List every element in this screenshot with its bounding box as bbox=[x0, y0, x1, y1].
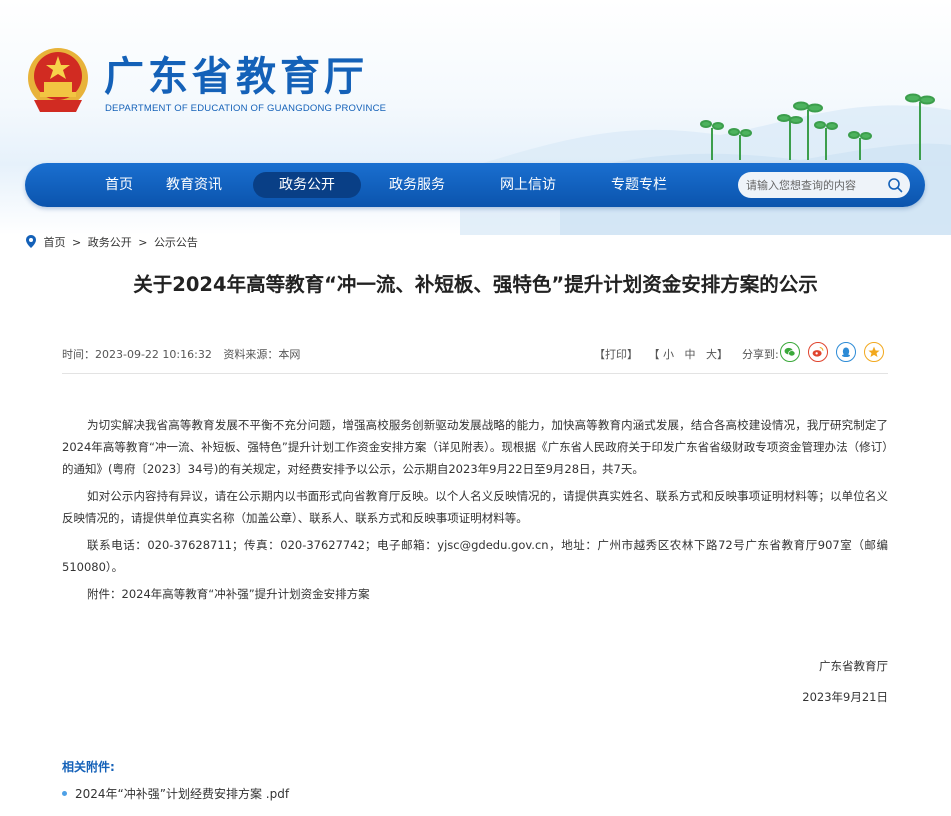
attachment-filename[interactable]: 2024年“冲补强”计划经费安排方案 .pdf bbox=[75, 787, 289, 801]
source-label: 资料来源： bbox=[223, 348, 279, 361]
font-size-small-button[interactable]: 小 bbox=[663, 348, 674, 361]
site-header: 广东省教育厅 DEPARTMENT OF EDUCATION OF GUANGD… bbox=[0, 0, 951, 235]
weibo-icon[interactable] bbox=[808, 342, 828, 362]
breadcrumb-government-affairs-link[interactable]: 政务公开 bbox=[88, 236, 132, 249]
main-nav: 首页 教育资讯 政务公开 政务服务 网上信访 专题专栏 bbox=[25, 163, 925, 207]
article-tools: 【打印】 【 小 中 大】 分享到: bbox=[594, 346, 779, 362]
nav-item-special-topics[interactable]: 专题专栏 bbox=[597, 172, 681, 198]
article-source: 本网 bbox=[278, 348, 301, 361]
nav-item-government-affairs[interactable]: 政务公开 bbox=[253, 172, 361, 198]
qzone-icon[interactable] bbox=[864, 342, 884, 362]
location-pin-icon bbox=[26, 235, 36, 248]
article-content: 为切实解决我省高等教育发展不平衡不充分问题，增强高校服务创新驱动发展战略的能力，… bbox=[62, 414, 888, 610]
font-size-close-bracket: 】 bbox=[717, 348, 728, 361]
wechat-icon[interactable] bbox=[780, 342, 800, 362]
print-button[interactable]: 【打印】 bbox=[594, 348, 638, 361]
share-label: 分享到: bbox=[742, 348, 779, 361]
attachment-link[interactable]: 2024年“冲补强”计划经费安排方案 .pdf bbox=[62, 785, 289, 802]
site-title: 广东省教育厅 bbox=[104, 54, 368, 100]
article-meta: 时间：2023-09-22 10:16:32 资料来源：本网 【打印】 【 小 … bbox=[62, 340, 888, 366]
qq-icon[interactable] bbox=[836, 342, 856, 362]
breadcrumb-announcements-link[interactable]: 公示公告 bbox=[154, 236, 198, 249]
search-box bbox=[738, 172, 910, 198]
site-subtitle: DEPARTMENT OF EDUCATION OF GUANGDONG PRO… bbox=[105, 103, 387, 114]
national-emblem-icon bbox=[28, 48, 88, 112]
attachments-title: 相关附件: bbox=[62, 760, 115, 774]
signature-date: 2023年9月21日 bbox=[802, 690, 888, 704]
search-icon[interactable] bbox=[887, 177, 903, 193]
article-info: 时间：2023-09-22 10:16:32 资料来源：本网 bbox=[62, 346, 308, 362]
meta-divider bbox=[62, 373, 888, 374]
font-size-large-button[interactable]: 大 bbox=[706, 348, 717, 361]
bullet-icon bbox=[62, 791, 67, 796]
signature-block: 广东省教育厅 2023年9月21日 bbox=[802, 651, 888, 713]
font-size-open-bracket: 【 bbox=[648, 348, 660, 361]
article-paragraph: 附件：2024年高等教育“冲补强”提升计划资金安排方案 bbox=[87, 587, 370, 601]
breadcrumb-separator: > bbox=[138, 236, 148, 249]
nav-item-online-petition[interactable]: 网上信访 bbox=[486, 172, 570, 198]
publish-time: 2023-09-22 10:16:32 bbox=[95, 348, 212, 361]
breadcrumb: 首页 > 政务公开 > 公示公告 bbox=[26, 234, 198, 250]
signature-organization: 广东省教育厅 bbox=[819, 659, 888, 673]
article-paragraph: 如对公示内容持有异议，请在公示期内以书面形式向省教育厅反映。以个人名义反映情况的… bbox=[62, 489, 888, 525]
nav-item-education-news[interactable]: 教育资讯 bbox=[152, 172, 236, 198]
article-paragraph: 为切实解决我省高等教育发展不平衡不充分问题，增强高校服务创新驱动发展战略的能力，… bbox=[62, 418, 888, 476]
article-title: 关于2024年高等教育“冲一流、补短板、强特色”提升计划资金安排方案的公示 bbox=[133, 273, 818, 296]
font-size-medium-button[interactable]: 中 bbox=[685, 348, 696, 361]
nav-item-home[interactable]: 首页 bbox=[77, 172, 161, 198]
breadcrumb-separator: > bbox=[72, 236, 82, 249]
breadcrumb-home-link[interactable]: 首页 bbox=[44, 236, 66, 249]
search-input[interactable] bbox=[746, 176, 876, 194]
nav-item-government-services[interactable]: 政务服务 bbox=[375, 172, 459, 198]
time-label: 时间： bbox=[62, 348, 95, 361]
article-paragraph: 联系电话：020-37628711；传真：020-37627742；电子邮箱：y… bbox=[62, 538, 888, 574]
